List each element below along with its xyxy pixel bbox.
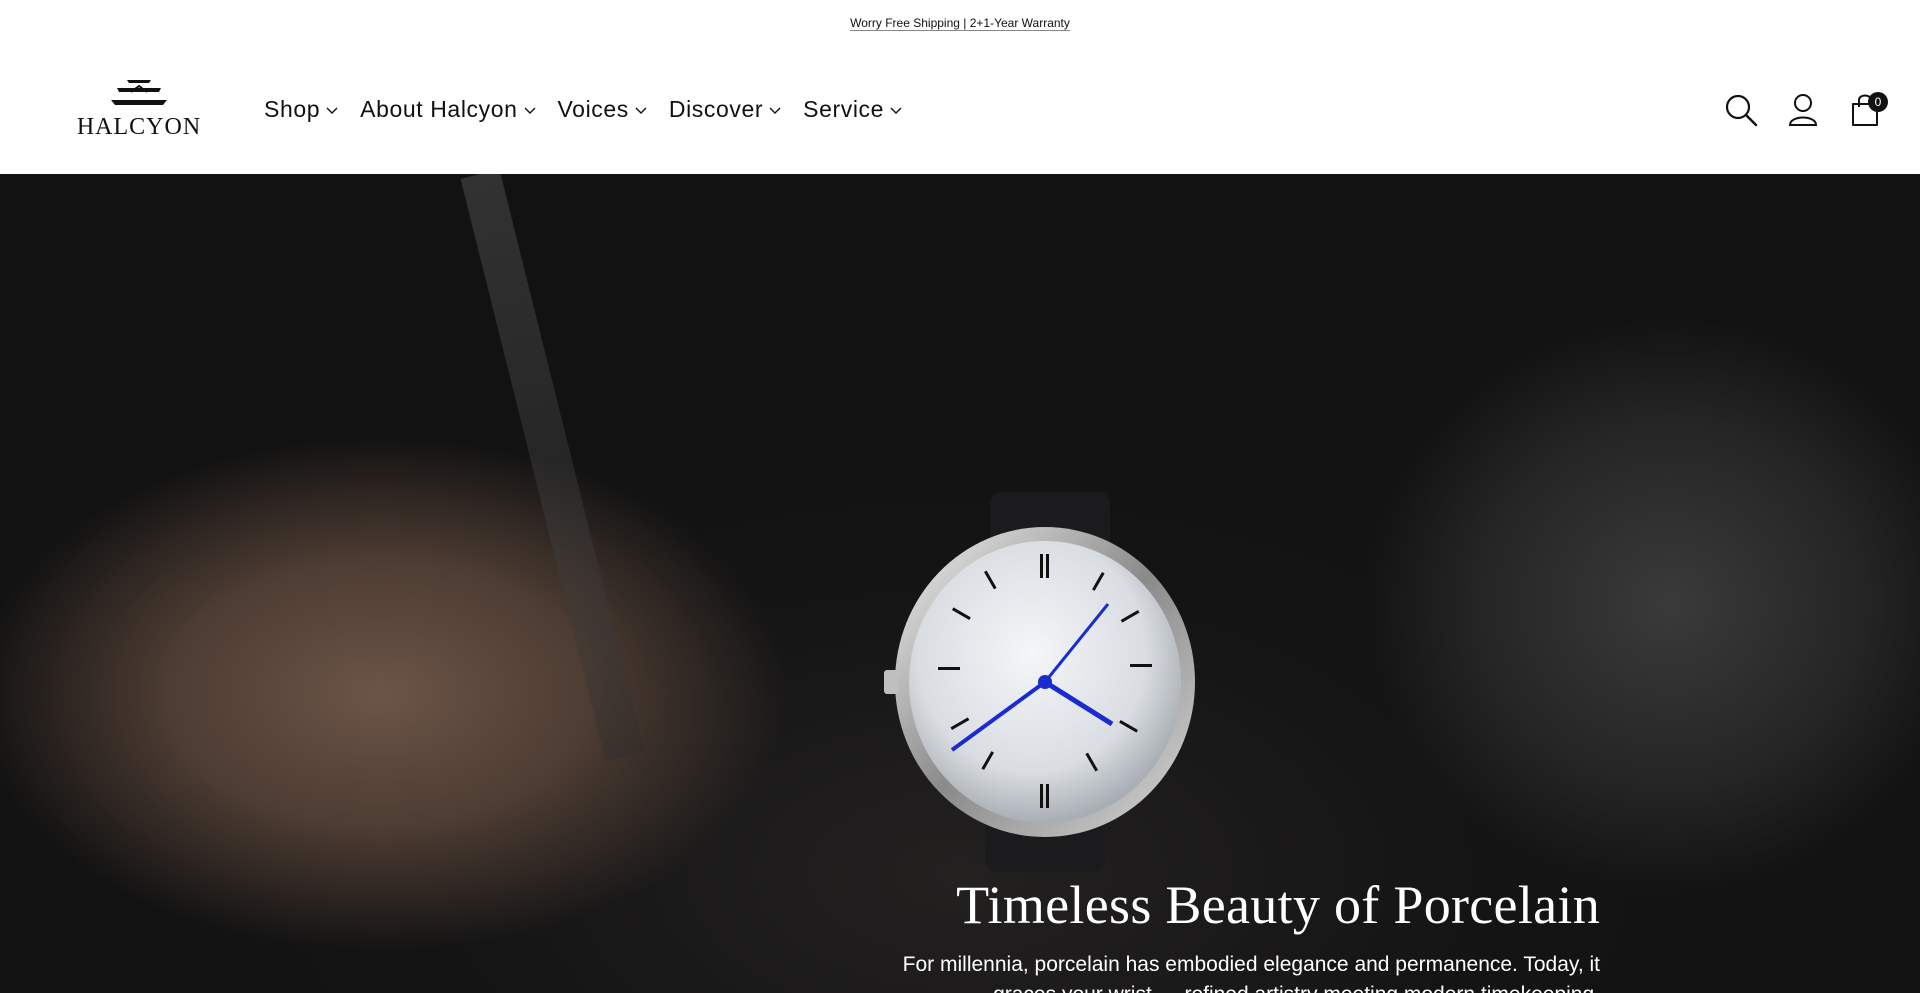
announcement-bar: Worry Free Shipping | 2+1-Year Warranty — [0, 0, 1920, 46]
brand-logo[interactable]: HALCYON — [76, 78, 202, 142]
brand-wordmark: HALCYON — [76, 114, 202, 140]
nav-item-label: Voices — [557, 96, 629, 122]
cart-button[interactable]: 0 — [1848, 92, 1888, 128]
chevron-down-icon — [326, 107, 338, 114]
nav-item-voices[interactable]: Voices — [558, 96, 647, 123]
nav-item-discover[interactable]: Discover — [669, 96, 781, 123]
watch-image — [884, 492, 1195, 872]
account-button[interactable] — [1786, 92, 1820, 128]
hero-image-detail — [460, 174, 645, 762]
search-icon — [1725, 94, 1758, 127]
nav-item-about[interactable]: About Halcyon — [360, 96, 536, 123]
nav-item-shop[interactable]: Shop — [264, 96, 338, 123]
nav-item-label: Service — [803, 96, 885, 122]
hero-banner[interactable]: Timeless Beauty of Porcelain For millenn… — [0, 174, 1920, 993]
user-icon — [1788, 94, 1818, 126]
hero-title: Timeless Beauty of Porcelain — [956, 875, 1600, 935]
nav-item-label: Discover — [668, 96, 764, 122]
cart-count-badge: 0 — [1868, 92, 1888, 112]
hero-copy: Timeless Beauty of Porcelain For millenn… — [860, 874, 1600, 993]
chevron-down-icon — [524, 107, 536, 114]
nav-item-label: Shop — [264, 96, 321, 122]
main-nav: Shop About Halcyon Voices Discover Servi… — [264, 96, 924, 123]
chevron-down-icon — [635, 107, 647, 114]
site-header: HALCYON Shop About Halcyon Voices Discov… — [0, 46, 1920, 174]
chevron-down-icon — [890, 107, 902, 114]
chevron-down-icon — [769, 107, 781, 114]
search-button[interactable] — [1724, 92, 1758, 128]
hero-subtitle: For millennia, porcelain has embodied el… — [902, 953, 1600, 993]
nav-item-service[interactable]: Service — [803, 96, 902, 123]
header-actions: 0 — [1724, 92, 1888, 128]
logo-mark-icon — [111, 80, 167, 105]
announcement-link[interactable]: Worry Free Shipping | 2+1-Year Warranty — [850, 16, 1070, 30]
nav-item-label: About Halcyon — [360, 96, 518, 122]
